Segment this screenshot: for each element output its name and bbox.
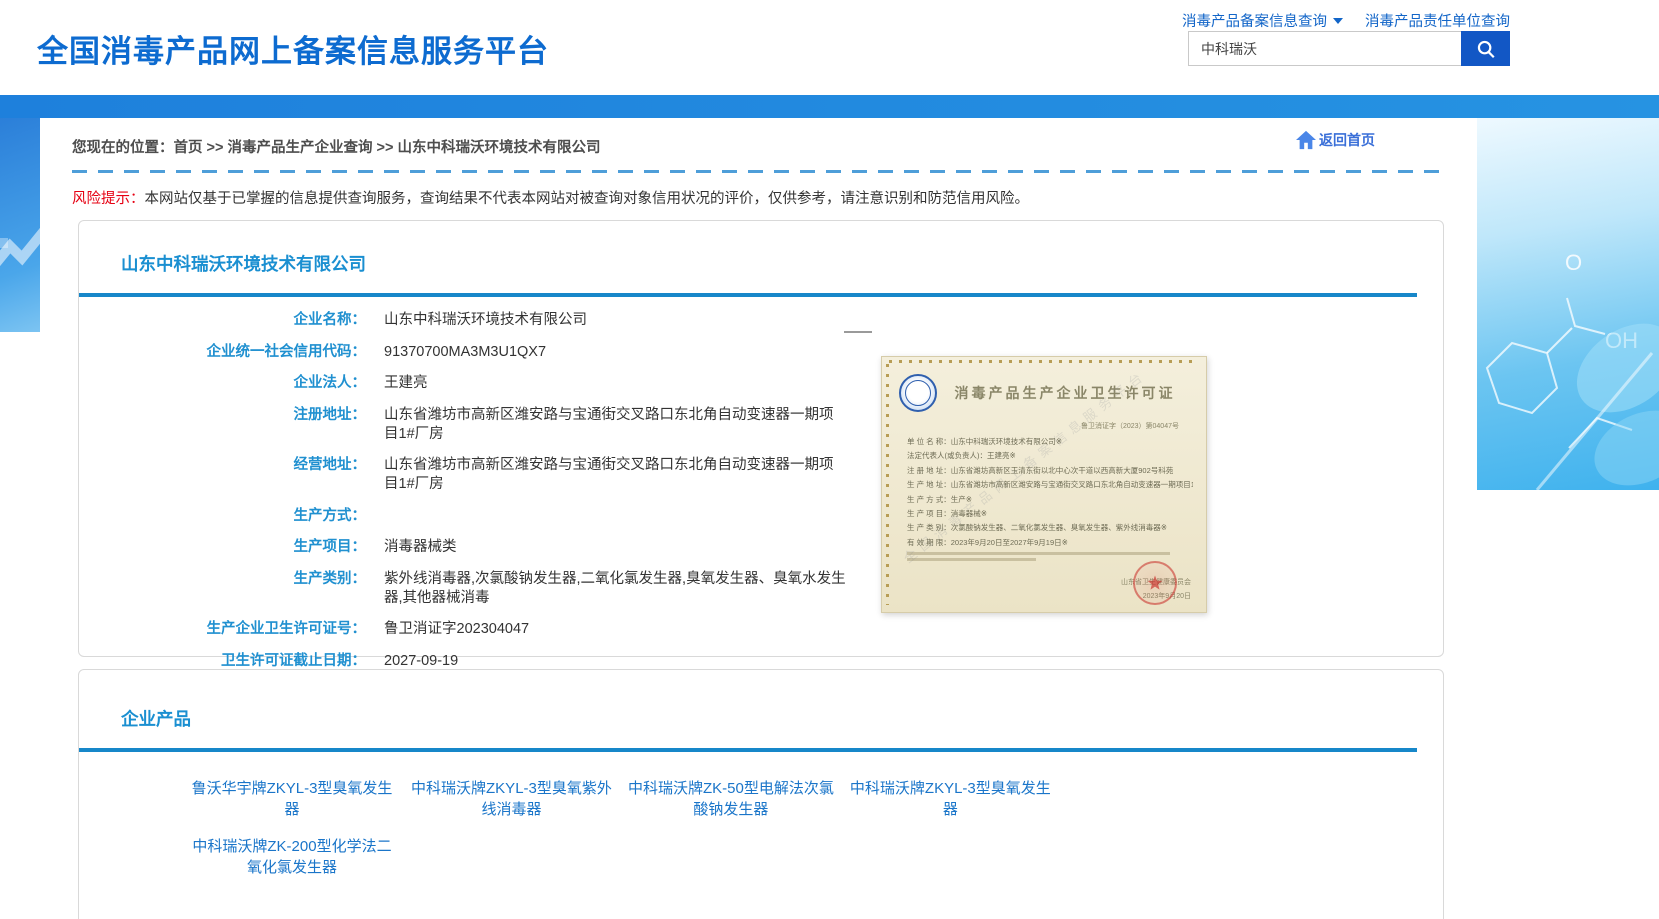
field-label: 生产项目：: [79, 538, 366, 557]
national-emblem-icon: [899, 374, 937, 412]
risk-notice-text: 本网站仅基于已掌握的信息提供查询服务，查询结果不代表本网站对被查询对象信用状况的…: [145, 191, 1030, 207]
banner-band: [0, 95, 1659, 118]
certificate-title: 消毒产品生产企业卫生许可证: [937, 383, 1193, 403]
nav-link-label: 消毒产品责任单位查询: [1365, 10, 1510, 31]
field-row: 经营地址： 山东省潍坊市高新区潍安路与宝通街交叉路口东北角自动变速器一期项目1#…: [79, 456, 1443, 494]
field-row: 企业名称： 山东中科瑞沃环境技术有限公司: [79, 311, 1443, 330]
field-label: 生产企业卫生许可证号：: [79, 620, 366, 639]
breadcrumb-prefix: 您现在的位置：: [72, 140, 174, 156]
risk-notice-label: 风险提示：: [72, 191, 145, 207]
chevron-down-icon: [1333, 18, 1343, 24]
banner-art-right: O OH: [1477, 118, 1659, 490]
title-underline: [79, 293, 1417, 297]
field-label: 企业法人：: [79, 374, 366, 393]
product-link[interactable]: 中科瑞沃牌ZKYL-3型臭氧发生器: [845, 778, 1055, 820]
products-card-title: 企业产品: [79, 670, 1443, 731]
certificate-line: 注 册 地 址：山东省潍坊高新区玉清东街以北中心次干道以西高新大厦902号科苑: [907, 465, 1193, 476]
field-value: 山东中科瑞沃环境技术有限公司: [384, 311, 587, 330]
breadcrumb-item[interactable]: 消毒产品生产企业查询: [203, 140, 373, 156]
magnifier-icon: [1475, 38, 1497, 60]
field-label: 生产类别：: [79, 570, 366, 608]
field-row: 生产方式：: [79, 507, 1443, 526]
products-card: 企业产品 鲁沃华宇牌ZKYL-3型臭氧发生器 中科瑞沃牌ZKYL-3型臭氧紫外线…: [78, 669, 1444, 919]
nav-link-label: 消毒产品备案信息查询: [1182, 10, 1327, 31]
certificate-fineprint: [907, 552, 1193, 561]
breadcrumb-item[interactable]: 山东中科瑞沃环境技术有限公司: [373, 140, 601, 156]
field-value: 91370700MA3M3U1QX7: [384, 343, 546, 362]
certificate-line: 生 产 地 址：山东省潍坊市高新区潍安路与宝通街交叉路口东北角自动变速器一期项目…: [907, 479, 1193, 490]
field-label: 企业名称：: [79, 311, 366, 330]
certificate-line: 生 产 项 目：消毒器械※: [907, 508, 1193, 519]
field-value: 消毒器械类: [384, 538, 457, 557]
field-row: 生产项目： 消毒器械类: [79, 538, 1443, 557]
field-row: 企业统一社会信用代码： 91370700MA3M3U1QX7: [79, 343, 1443, 362]
product-link[interactable]: 鲁沃华宇牌ZKYL-3型臭氧发生器: [187, 778, 397, 820]
title-underline: [79, 748, 1417, 752]
breadcrumb: 您现在的位置：首页消毒产品生产企业查询山东中科瑞沃环境技术有限公司 返回首页: [40, 118, 1477, 157]
certificate-line: 生 产 类 别：次氯酸钠发生器、二氧化氯发生器、臭氧发生器、紫外线消毒器※: [907, 522, 1193, 533]
certificate-line: 生 产 方 式：生产※: [907, 494, 1193, 505]
field-label: 卫生许可证截止日期：: [79, 652, 366, 671]
risk-notice: 风险提示：本网站仅基于已掌握的信息提供查询服务，查询结果不代表本网站对被查询对象…: [72, 187, 1477, 208]
nav-link-responsible-unit-query[interactable]: 消毒产品责任单位查询: [1365, 10, 1510, 31]
product-link[interactable]: 中科瑞沃牌ZK-200型化学法二氧化氯发生器: [187, 836, 397, 878]
hygiene-license-certificate-image: 全国消毒产品网上备案信息服务平台 消毒产品生产企业卫生许可证 鲁卫消证字（202…: [881, 356, 1207, 613]
header: 全国消毒产品网上备案信息服务平台 消毒产品备案信息查询 消毒产品责任单位查询: [0, 0, 1659, 95]
site-title: 全国消毒产品网上备案信息服务平台: [37, 26, 549, 71]
molecule-o-label: O: [1565, 250, 1582, 275]
certificate-header: 消毒产品生产企业卫生许可证: [899, 374, 1193, 412]
red-seal-icon: [1133, 561, 1177, 605]
breadcrumb-item[interactable]: 首页: [174, 140, 203, 156]
company-card: 山东中科瑞沃环境技术有限公司 企业名称： 山东中科瑞沃环境技术有限公司 企业统一…: [78, 220, 1444, 657]
field-row: 生产类别： 紫外线消毒器,次氯酸钠发生器,二氧化氯发生器,臭氧发生器、臭氧水发生…: [79, 570, 1443, 608]
breadcrumb-trail: 首页消毒产品生产企业查询山东中科瑞沃环境技术有限公司: [174, 140, 601, 156]
field-value: 紫外线消毒器,次氯酸钠发生器,二氧化氯发生器,臭氧发生器、臭氧水发生器,其他器械…: [384, 570, 846, 608]
main-content: 您现在的位置：首页消毒产品生产企业查询山东中科瑞沃环境技术有限公司 返回首页 风…: [40, 118, 1477, 919]
product-link[interactable]: 中科瑞沃牌ZKYL-3型臭氧紫外线消毒器: [406, 778, 616, 820]
search-button[interactable]: [1461, 31, 1510, 66]
field-row: 企业法人： 王建亮: [79, 374, 1443, 393]
field-label: 经营地址：: [79, 456, 366, 494]
field-row: 卫生许可证截止日期： 2027-09-19: [79, 652, 1443, 671]
back-home-label: 返回首页: [1319, 130, 1375, 150]
certificate-line: 法定代表人(或负责人)：王建亮※: [907, 450, 1193, 461]
field-value: 王建亮: [384, 374, 428, 393]
company-fields: 企业名称： 山东中科瑞沃环境技术有限公司 企业统一社会信用代码： 9137070…: [79, 311, 1443, 671]
dashed-divider: [72, 170, 1447, 173]
field-row: 生产企业卫生许可证号： 鲁卫消证字202304047: [79, 620, 1443, 639]
top-nav: 消毒产品备案信息查询 消毒产品责任单位查询: [1182, 10, 1510, 31]
company-card-title: 山东中科瑞沃环境技术有限公司: [79, 221, 1443, 276]
field-value: 山东省潍坊市高新区潍安路与宝通街交叉路口东北角自动变速器一期项目1#厂房: [384, 406, 846, 444]
back-home-link[interactable]: 返回首页: [1295, 130, 1375, 150]
nav-link-record-info-query[interactable]: 消毒产品备案信息查询: [1182, 10, 1343, 31]
field-row: 注册地址： 山东省潍坊市高新区潍安路与宝通街交叉路口东北角自动变速器一期项目1#…: [79, 406, 1443, 444]
field-value: 山东省潍坊市高新区潍安路与宝通街交叉路口东北角自动变速器一期项目1#厂房: [384, 456, 846, 494]
certificate-line: 有 效 期 限：2023年9月20日至2027年9月19日※: [907, 537, 1193, 548]
certificate-ref-no: 鲁卫消证字（2023）第04047号: [899, 421, 1179, 431]
field-value: 2027-09-19: [384, 652, 458, 671]
field-label: 注册地址：: [79, 406, 366, 444]
search-input[interactable]: [1188, 31, 1461, 66]
home-icon: [1295, 130, 1317, 150]
page: 全国消毒产品网上备案信息服务平台 消毒产品备案信息查询 消毒产品责任单位查询: [0, 0, 1659, 919]
banner-art-left: [0, 118, 40, 332]
field-label: 生产方式：: [79, 507, 366, 526]
certificate-line: 单 位 名 称：山东中科瑞沃环境技术有限公司※: [907, 436, 1193, 447]
field-label: 企业统一社会信用代码：: [79, 343, 366, 362]
dash-mark: [844, 331, 872, 333]
product-list: 鲁沃华宇牌ZKYL-3型臭氧发生器 中科瑞沃牌ZKYL-3型臭氧紫外线消毒器 中…: [187, 778, 1067, 894]
certificate-lines: 单 位 名 称：山东中科瑞沃环境技术有限公司※ 法定代表人(或负责人)：王建亮※…: [899, 436, 1193, 548]
product-link[interactable]: 中科瑞沃牌ZK-50型电解法次氯酸钠发生器: [626, 778, 836, 820]
field-value: 鲁卫消证字202304047: [384, 620, 529, 639]
search-bar: [1188, 31, 1510, 66]
